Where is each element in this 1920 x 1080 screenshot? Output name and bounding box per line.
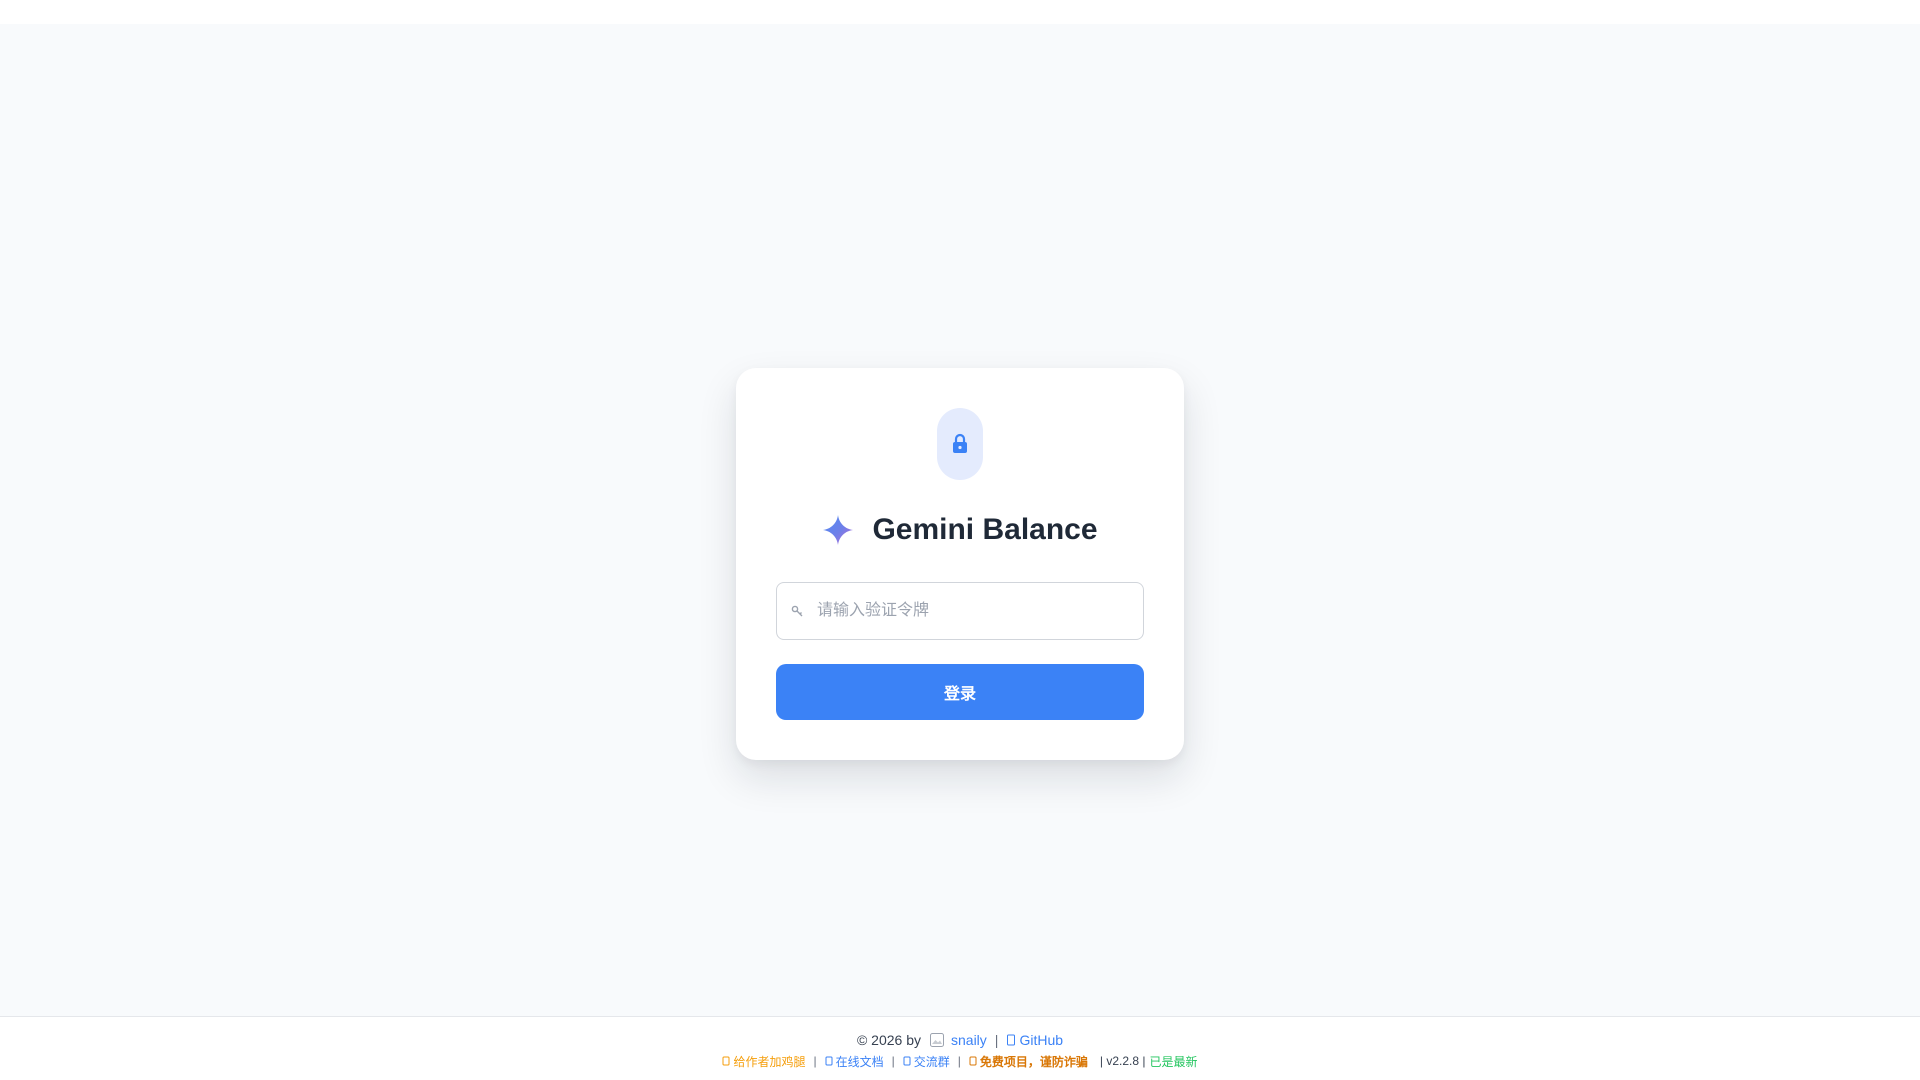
donate-link[interactable]: 给作者加鸡腿 (733, 1053, 805, 1070)
warning-icon (969, 1056, 977, 1066)
login-page: Gemini Balance 登录 (0, 24, 1920, 1016)
separator: | (891, 1054, 895, 1068)
fraud-warning: 免费项目，谨防诈骗 (979, 1054, 1088, 1069)
separator: | (957, 1054, 961, 1068)
users-icon (903, 1056, 911, 1066)
book-icon (825, 1056, 833, 1066)
key-icon (777, 582, 817, 640)
top-bar (0, 0, 1920, 24)
github-link[interactable]: GitHub (1019, 1032, 1063, 1048)
separator: | (994, 1032, 999, 1048)
lock-badge (937, 408, 983, 480)
docs-link[interactable]: 在线文档 (836, 1053, 884, 1070)
footer-links: 给作者加鸡腿 | 在线文档 | 交流群 | 免费项目，谨防诈骗 | v2.2.8… (0, 1053, 1920, 1069)
token-field (776, 582, 1144, 640)
version-text: | v2.2.8 | (1099, 1054, 1146, 1068)
brand-header: Gemini Balance (736, 510, 1184, 550)
login-button[interactable]: 登录 (776, 664, 1144, 720)
coffee-icon (722, 1056, 730, 1066)
footer-credits: © 2026 by snaily | GitHub (0, 1031, 1920, 1049)
github-icon (1006, 1034, 1016, 1046)
group-link[interactable]: 交流群 (914, 1053, 950, 1070)
login-card: Gemini Balance 登录 (736, 368, 1184, 760)
avatar-image (929, 1032, 945, 1048)
lock-icon (951, 433, 969, 455)
footer: © 2026 by snaily | GitHub 给作者加鸡腿 | 在线文档 … (0, 1016, 1920, 1080)
author-link[interactable]: snaily (951, 1032, 987, 1048)
update-status[interactable]: 已是最新 (1150, 1053, 1198, 1070)
token-input[interactable] (817, 583, 1143, 639)
app-title: Gemini Balance (872, 513, 1098, 546)
gemini-sparkle-icon (822, 514, 854, 546)
separator: | (813, 1054, 817, 1068)
copyright-text: © 2026 by (856, 1032, 921, 1048)
